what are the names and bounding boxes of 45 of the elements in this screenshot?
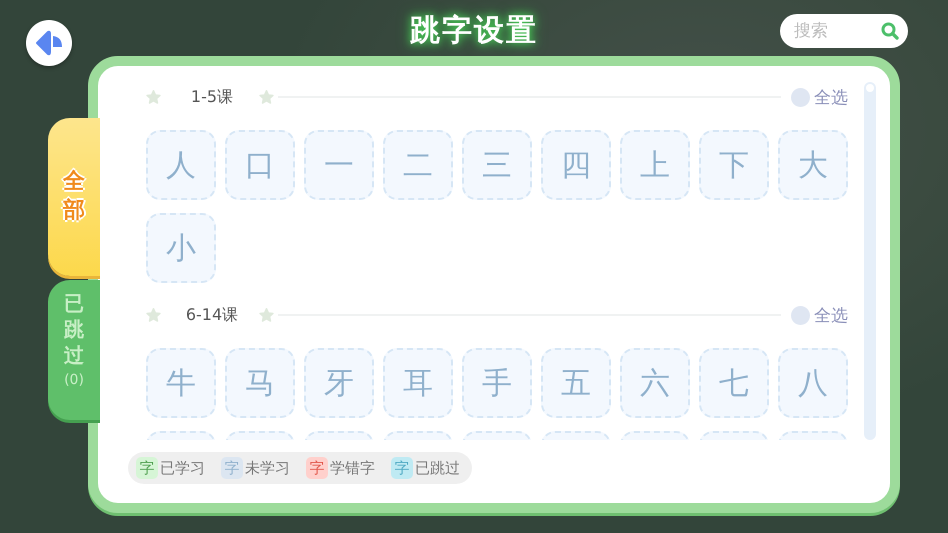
character-tile[interactable]: 五 [541,348,611,418]
back-button[interactable] [26,20,72,66]
character-tile[interactable]: 牛 [146,348,216,418]
legend-swatch: 字 [306,457,328,479]
character-tile[interactable]: 八 [778,348,848,418]
select-all-toggle[interactable]: 全选 [791,86,848,108]
search-icon[interactable] [880,21,900,41]
character-tile[interactable]: 耳 [383,348,453,418]
legend-swatch: 字 [391,457,413,479]
legend-swatch: 字 [221,457,243,479]
star-icon [259,308,274,322]
legend-label: 学错字 [330,458,375,478]
star-icon [146,90,161,104]
radio-circle[interactable] [791,88,810,106]
radio-circle[interactable] [791,306,810,324]
character-tile[interactable]: 大 [778,130,848,200]
character-tile[interactable]: 六 [620,348,690,418]
character-tile[interactable]: 一 [304,130,374,200]
back-arrow-icon [34,30,64,56]
character-tile[interactable]: 小 [146,213,216,283]
character-tile[interactable]: 牙 [304,348,374,418]
character-tile[interactable]: 马 [225,348,295,418]
legend-label: 已学习 [160,458,205,478]
side-tab[interactable]: 已跳过 (0) [48,280,100,420]
star-icon [259,90,274,104]
character-tile[interactable]: 四 [541,130,611,200]
legend-swatch: 字 [136,457,158,479]
scrollbar[interactable] [864,82,876,440]
character-tile[interactable]: 七 [699,348,769,418]
legend-label: 未学习 [245,458,290,478]
character-tile[interactable]: 人 [146,130,216,200]
character-tile[interactable]: 二 [383,130,453,200]
page-title: 跳字设置 [410,12,538,50]
character-tile[interactable]: 上 [620,130,690,200]
select-all-toggle[interactable]: 全选 [791,304,848,326]
legend-label: 已跳过 [415,458,460,478]
character-tile[interactable]: 三 [462,130,532,200]
character-tile[interactable]: 下 [699,130,769,200]
section-title: 6-14课 [184,304,240,326]
side-tab[interactable]: 全部 [48,118,100,276]
character-tile[interactable]: 手 [462,348,532,418]
star-icon [146,308,161,322]
character-tile[interactable]: 口 [225,130,295,200]
search-field[interactable]: 搜索 [780,14,908,48]
section-title: 1-5课 [190,86,234,108]
